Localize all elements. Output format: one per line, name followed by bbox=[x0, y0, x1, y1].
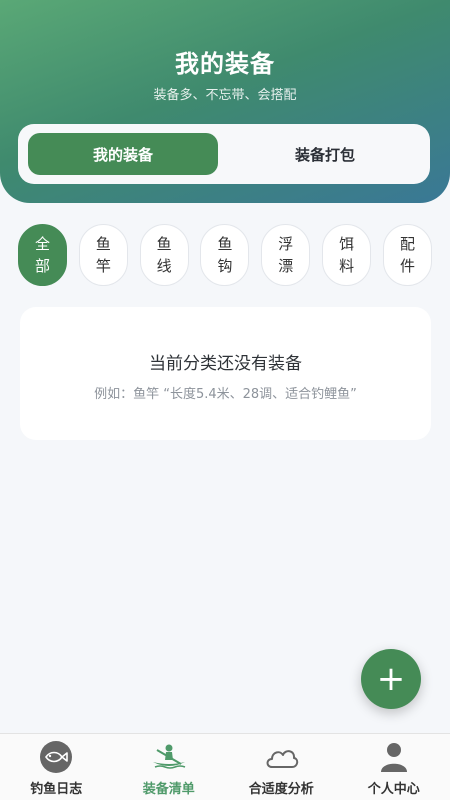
add-equipment-button[interactable]: + bbox=[361, 649, 421, 709]
page-subtitle: 装备多、不忘带、会搭配 bbox=[153, 88, 297, 103]
category-chip-hook[interactable]: 鱼 钩 bbox=[200, 224, 250, 286]
fish-icon bbox=[38, 740, 74, 774]
tab-fishing-log[interactable]: 钓鱼日志 bbox=[0, 734, 113, 800]
person-icon bbox=[376, 740, 412, 774]
tab-equipment-list[interactable]: 装备清单 bbox=[113, 734, 226, 800]
category-chip-float[interactable]: 浮 漂 bbox=[261, 224, 311, 286]
empty-state-hint: 例如：鱼竿 “长度5.4米、28调、适合钓鲤鱼” bbox=[94, 387, 357, 402]
category-chip-all[interactable]: 全 部 bbox=[18, 224, 67, 286]
tab-label: 个人中心 bbox=[367, 782, 420, 797]
segment-control: 我的装备 装备打包 bbox=[18, 124, 430, 184]
kayak-icon bbox=[151, 740, 187, 774]
tab-label: 合适度分析 bbox=[248, 782, 314, 797]
chip-label: 部 bbox=[34, 257, 50, 275]
category-chip-accessory[interactable]: 配 件 bbox=[382, 224, 432, 286]
chip-label: 鱼 bbox=[217, 235, 233, 253]
chip-label: 浮 bbox=[278, 235, 294, 253]
chip-label: 饵 bbox=[339, 235, 355, 253]
segment-equipment-packing[interactable]: 装备打包 bbox=[230, 133, 420, 175]
empty-state-title: 当前分类还没有装备 bbox=[149, 354, 302, 374]
chip-label: 线 bbox=[156, 257, 172, 275]
category-chip-bait[interactable]: 饵 料 bbox=[322, 224, 372, 286]
page-header: 我的装备 装备多、不忘带、会搭配 我的装备 装备打包 bbox=[0, 0, 450, 203]
tab-label: 装备清单 bbox=[142, 782, 195, 797]
tab-personal-center[interactable]: 个人中心 bbox=[338, 734, 450, 800]
chip-label: 全 bbox=[34, 235, 50, 253]
chip-label: 件 bbox=[399, 257, 415, 275]
tab-label: 钓鱼日志 bbox=[30, 782, 83, 797]
bottom-tab-bar: 钓鱼日志 装备清单 合适度分析 个人中心 bbox=[0, 733, 450, 800]
category-filter: 全 部 鱼 竿 鱼 线 鱼 钩 浮 漂 饵 料 配 件 bbox=[18, 224, 432, 286]
empty-state-card: 当前分类还没有装备 例如：鱼竿 “长度5.4米、28调、适合钓鲤鱼” bbox=[20, 307, 431, 440]
chip-label: 料 bbox=[339, 257, 355, 275]
chip-label: 钩 bbox=[217, 257, 233, 275]
page-title: 我的装备 bbox=[175, 50, 275, 78]
chip-label: 配 bbox=[399, 235, 415, 253]
category-chip-line[interactable]: 鱼 线 bbox=[139, 224, 189, 286]
cloud-icon bbox=[263, 740, 299, 774]
category-chip-rod[interactable]: 鱼 竿 bbox=[78, 224, 128, 286]
chip-label: 鱼 bbox=[156, 235, 172, 253]
tab-suitability-analysis[interactable]: 合适度分析 bbox=[225, 734, 338, 800]
chip-label: 鱼 bbox=[95, 235, 111, 253]
chip-label: 漂 bbox=[278, 257, 294, 275]
chip-label: 竿 bbox=[95, 257, 111, 275]
segment-my-equipment[interactable]: 我的装备 bbox=[28, 133, 218, 175]
